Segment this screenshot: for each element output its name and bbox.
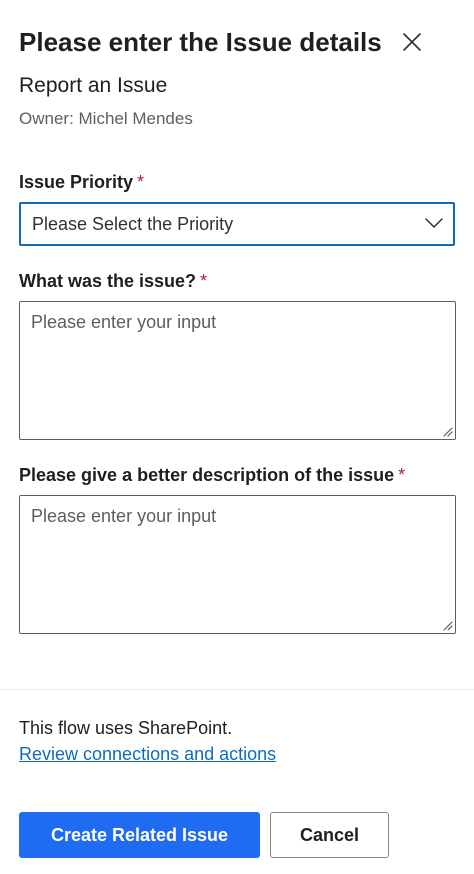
close-icon: [403, 33, 421, 51]
issue-label: What was the issue? *: [19, 269, 207, 293]
issue-details-panel: Please enter the Issue details Report an…: [0, 0, 474, 874]
resize-handle-icon[interactable]: [441, 619, 453, 631]
resize-handle-icon[interactable]: [441, 425, 453, 437]
required-marker: *: [398, 465, 406, 485]
chevron-down-icon: [425, 218, 443, 228]
cancel-button[interactable]: Cancel: [270, 812, 389, 858]
owner-label: Owner: Michel Mendes: [19, 109, 193, 128]
footer-divider: [0, 689, 474, 690]
issue-input-wrapper: [19, 301, 456, 440]
dialog-header: Please enter the Issue details: [19, 24, 454, 60]
priority-dropdown[interactable]: Please Select the Priority: [19, 202, 455, 246]
description-label: Please give a better description of the …: [19, 463, 405, 487]
description-input-wrapper: [19, 495, 456, 634]
dialog-title: Please enter the Issue details: [19, 27, 382, 57]
priority-label-text: Issue Priority: [19, 172, 134, 192]
required-marker: *: [137, 172, 145, 192]
issue-input[interactable]: [20, 302, 455, 439]
close-button[interactable]: [400, 30, 424, 54]
issue-label-text: What was the issue?: [19, 271, 197, 291]
priority-label: Issue Priority *: [19, 170, 144, 194]
create-related-issue-button[interactable]: Create Related Issue: [19, 812, 260, 858]
flow-note: This flow uses SharePoint.: [19, 718, 233, 738]
description-input[interactable]: [20, 496, 455, 633]
dialog-subtitle: Report an Issue: [19, 74, 168, 97]
required-marker: *: [200, 271, 208, 291]
priority-selected-value: Please Select the Priority: [32, 214, 234, 234]
description-label-text: Please give a better description of the …: [19, 465, 395, 485]
review-connections-link[interactable]: Review connections and actions: [19, 742, 276, 766]
